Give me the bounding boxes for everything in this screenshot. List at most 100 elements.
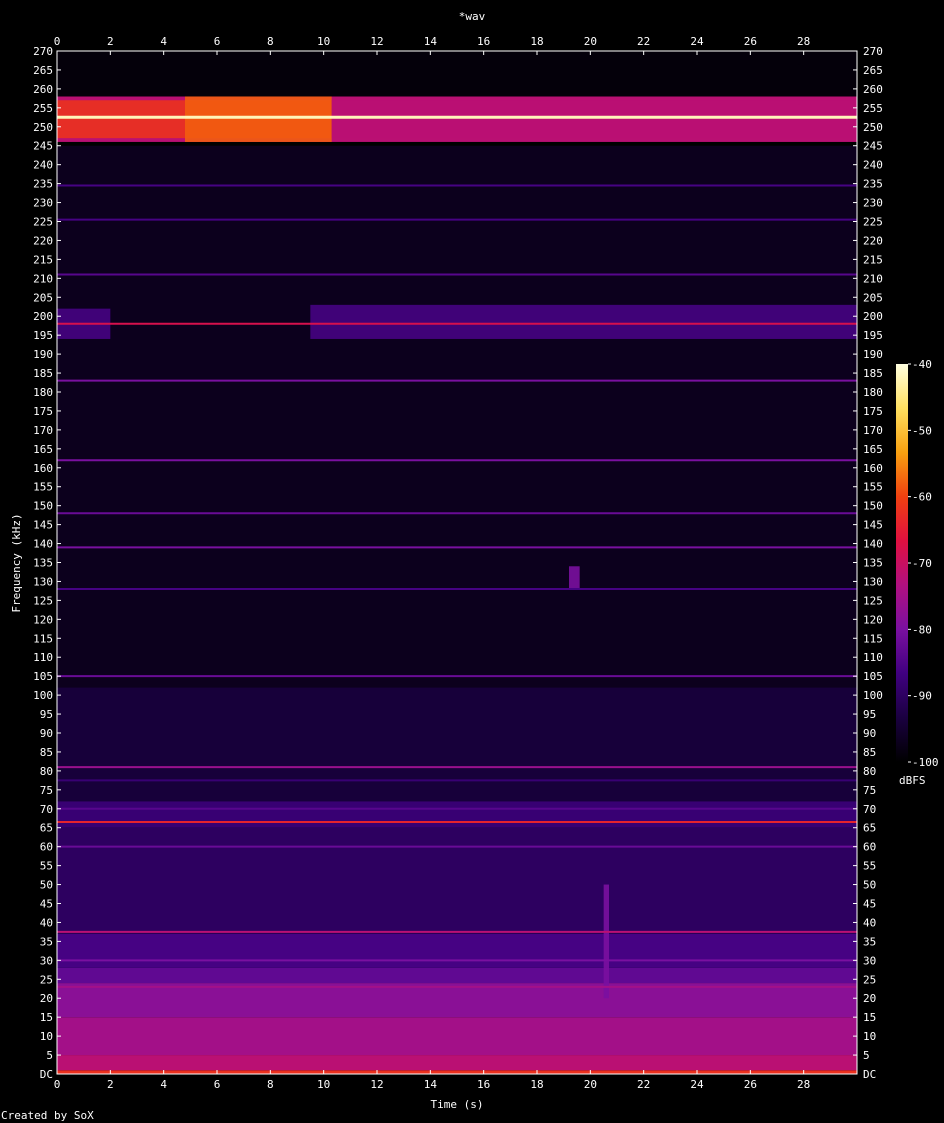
y-tick-label-right: 95 xyxy=(863,708,876,721)
y-tick-label-left: 230 xyxy=(33,197,53,210)
chart-title: *wav xyxy=(459,10,486,23)
y-tick-label-left: 15 xyxy=(40,1011,53,1024)
y-tick-label-left: 100 xyxy=(33,689,53,702)
x-tick-label-top: 22 xyxy=(637,35,650,48)
x-tick-label-bottom: 6 xyxy=(214,1078,221,1091)
y-tick-label-right: 145 xyxy=(863,519,883,532)
y-tick-label-right: 180 xyxy=(863,386,883,399)
y-tick-label-left: 95 xyxy=(40,708,53,721)
y-tick-label-right: 135 xyxy=(863,557,883,570)
y-tick-label-right: 195 xyxy=(863,329,883,342)
y-tick-label-left: 140 xyxy=(33,538,53,551)
y-tick-label-right: 260 xyxy=(863,83,883,96)
y-tick-label-left: 130 xyxy=(33,575,53,588)
y-tick-label-right: 70 xyxy=(863,803,876,816)
y-tick-label-right: 200 xyxy=(863,310,883,323)
x-tick-label-bottom: 16 xyxy=(477,1078,490,1091)
y-tick-label-right: 230 xyxy=(863,197,883,210)
spectral-band-11 xyxy=(57,51,857,97)
colorbar-tick-label: -100 xyxy=(912,756,939,769)
y-tick-label-right: 30 xyxy=(863,954,876,967)
y-tick-label-left: 120 xyxy=(33,613,53,626)
x-tick-label-top: 6 xyxy=(214,35,221,48)
x-tick-label-bottom: 22 xyxy=(637,1078,650,1091)
y-tick-label-left: 30 xyxy=(40,954,53,967)
burst-region-1 xyxy=(185,96,332,142)
y-tick-label-left: 40 xyxy=(40,916,53,929)
y-tick-label-right: 265 xyxy=(863,64,883,77)
y-tick-label-left: 10 xyxy=(40,1030,53,1043)
x-tick-label-bottom: 8 xyxy=(267,1078,274,1091)
y-tick-label-right: 60 xyxy=(863,841,876,854)
x-tick-label-top: 2 xyxy=(107,35,114,48)
y-tick-label-right: DC xyxy=(863,1068,876,1081)
y-tick-label-left: 35 xyxy=(40,935,53,948)
spectral-band-9 xyxy=(57,145,857,688)
spectral-band-8 xyxy=(57,687,857,802)
y-tick-label-left: 185 xyxy=(33,367,53,380)
y-tick-label-left: 260 xyxy=(33,83,53,96)
y-tick-label-right: 15 xyxy=(863,1011,876,1024)
y-tick-label-right: 65 xyxy=(863,822,876,835)
x-tick-label-bottom: 24 xyxy=(690,1078,704,1091)
y-tick-label-right: 190 xyxy=(863,348,883,361)
y-tick-label-right: 45 xyxy=(863,898,876,911)
x-tick-label-bottom: 14 xyxy=(424,1078,438,1091)
y-tick-label-right: 80 xyxy=(863,765,876,778)
y-tick-label-left: 215 xyxy=(33,253,53,266)
y-tick-label-left: 105 xyxy=(33,670,53,683)
x-tick-label-bottom: 2 xyxy=(107,1078,114,1091)
y-tick-label-right: 5 xyxy=(863,1049,870,1062)
y-tick-label-left: 235 xyxy=(33,178,53,191)
y-tick-label-left: 20 xyxy=(40,992,53,1005)
y-tick-label-left: 205 xyxy=(33,291,53,304)
y-tick-label-right: 75 xyxy=(863,784,876,797)
x-tick-label-bottom: 12 xyxy=(370,1078,383,1091)
y-tick-label-left: 50 xyxy=(40,879,53,892)
y-tick-label-right: 55 xyxy=(863,860,876,873)
x-tick-label-top: 24 xyxy=(690,35,704,48)
spectrogram-plot-area xyxy=(56,50,858,1075)
y-tick-label-right: 250 xyxy=(863,121,883,134)
y-tick-label-left: 70 xyxy=(40,803,53,816)
y-tick-label-left: 250 xyxy=(33,121,53,134)
y-tick-label-right: 225 xyxy=(863,216,883,229)
y-tick-label-left: 245 xyxy=(33,140,53,153)
y-tick-label-right: 105 xyxy=(863,670,883,683)
y-tick-label-right: 25 xyxy=(863,973,876,986)
x-tick-label-top: 20 xyxy=(584,35,597,48)
y-tick-label-right: 125 xyxy=(863,594,883,607)
y-tick-label-right: 100 xyxy=(863,689,883,702)
colorbar-tick-label: -60 xyxy=(912,491,932,504)
x-tick-label-bottom: 10 xyxy=(317,1078,330,1091)
colorbar-gradient xyxy=(896,364,908,762)
y-tick-label-left: 115 xyxy=(33,632,53,645)
colorbar: -40 -50 -60 -70 -80 -90 -100 xyxy=(896,358,939,769)
spectral-band-1 xyxy=(57,1055,857,1071)
colorbar-tick-label: -70 xyxy=(912,557,932,570)
x-tick-label-top: 26 xyxy=(744,35,757,48)
x-tick-label-top: 16 xyxy=(477,35,490,48)
y-tick-label-left: 190 xyxy=(33,348,53,361)
credit-text: Created by SoX xyxy=(1,1109,94,1122)
colorbar-tick-label: -50 xyxy=(912,424,932,437)
y-tick-label-right: 10 xyxy=(863,1030,876,1043)
burst-region-2 xyxy=(331,100,858,139)
y-tick-label-left: 175 xyxy=(33,405,53,418)
y-tick-label-right: 255 xyxy=(863,102,883,115)
y-tick-label-left: 170 xyxy=(33,424,53,437)
y-tick-label-right: 205 xyxy=(863,291,883,304)
y-tick-label-left: 25 xyxy=(40,973,53,986)
x-tick-label-top: 12 xyxy=(370,35,383,48)
spectral-band-2 xyxy=(57,1017,857,1056)
y-tick-label-left: 210 xyxy=(33,272,53,285)
burst-region-4 xyxy=(310,304,857,339)
y-tick-label-right: 175 xyxy=(863,405,883,418)
y-tick-label-right: 170 xyxy=(863,424,883,437)
y-tick-label-left: DC xyxy=(40,1068,53,1081)
x-tick-label-bottom: 28 xyxy=(797,1078,810,1091)
burst-region-6 xyxy=(603,884,609,999)
y-tick-label-left: 110 xyxy=(33,651,53,664)
x-tick-label-top: 8 xyxy=(267,35,274,48)
y-tick-label-left: 125 xyxy=(33,594,53,607)
